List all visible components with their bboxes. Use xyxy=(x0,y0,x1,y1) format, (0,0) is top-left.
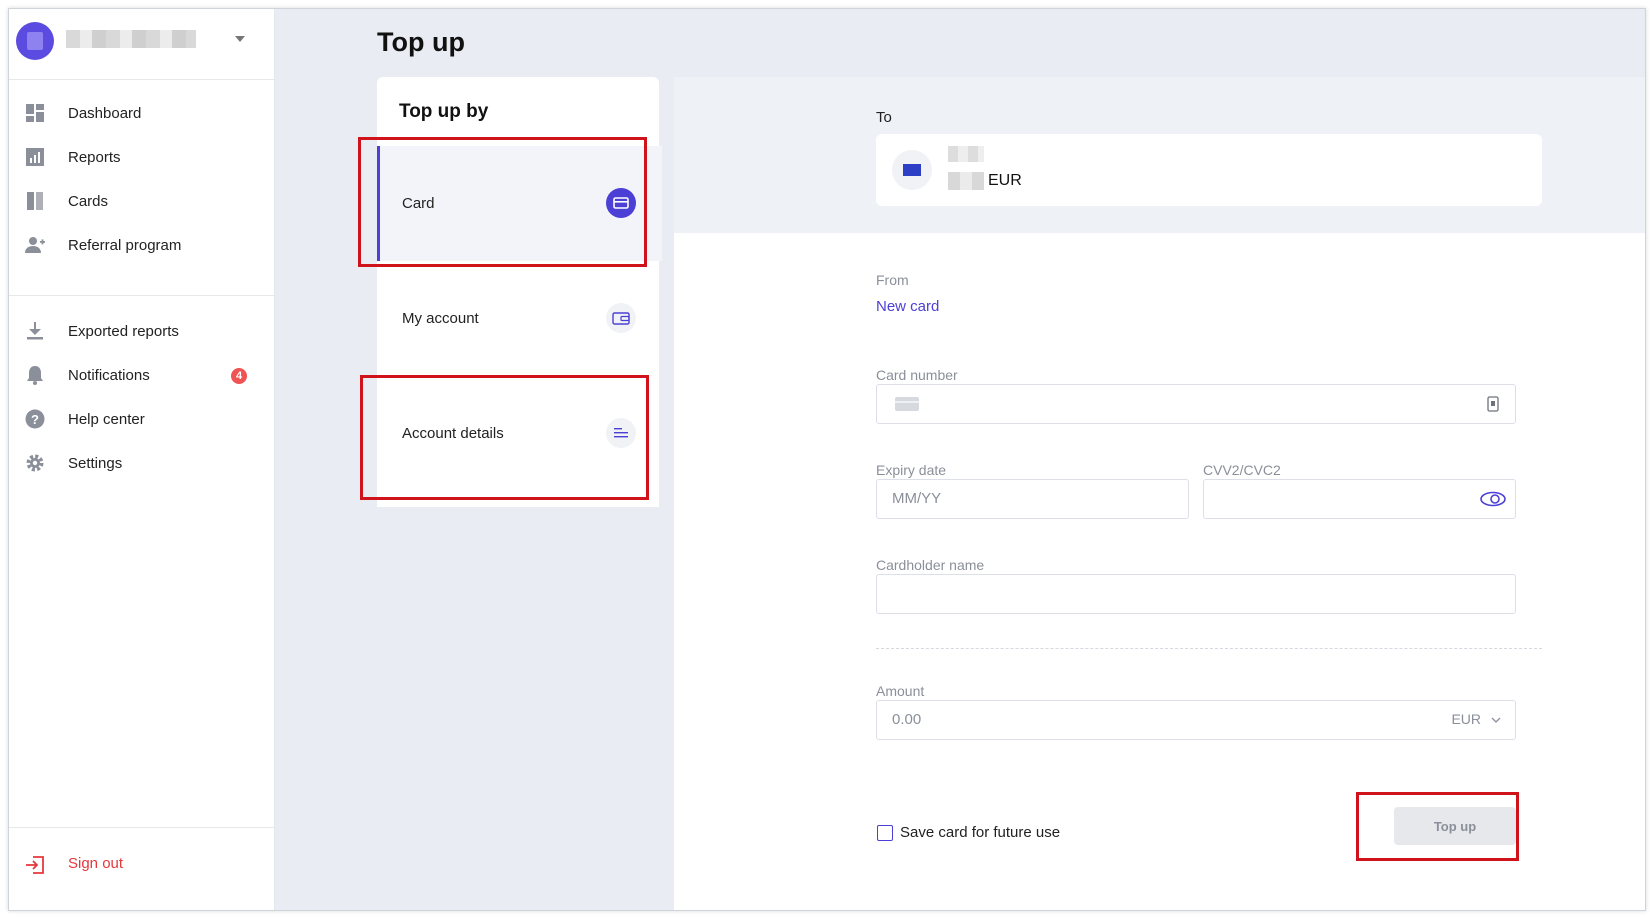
chevron-down-icon[interactable] xyxy=(235,36,245,42)
notification-count-badge: 4 xyxy=(231,368,247,384)
cvv-label: CVV2/CVC2 xyxy=(1203,462,1281,478)
cvv-input[interactable] xyxy=(1203,479,1516,519)
top-up-by-title: Top up by xyxy=(399,101,489,122)
scan-card-icon[interactable] xyxy=(1487,396,1499,412)
save-card-label: Save card for future use xyxy=(900,824,1061,841)
card-number-label: Card number xyxy=(876,367,958,383)
cardholder-name-label: Cardholder name xyxy=(876,557,985,573)
signout-divider xyxy=(9,827,274,828)
sidebar-item-label: Exported reports xyxy=(68,322,179,340)
sidebar-item-exported-reports[interactable]: Exported reports xyxy=(9,311,274,351)
expiry-date-label: Expiry date xyxy=(876,462,947,478)
sidebar-item-label: Reports xyxy=(68,148,121,166)
card-number-input[interactable] xyxy=(876,384,1516,424)
new-card-link[interactable]: New card xyxy=(876,298,939,315)
from-label: From xyxy=(876,272,909,288)
svg-text:?: ? xyxy=(31,412,39,427)
sign-out-label: Sign out xyxy=(68,855,124,872)
add-user-icon xyxy=(25,237,45,253)
sidebar-item-label: Dashboard xyxy=(68,104,142,122)
sidebar-item-label: Settings xyxy=(68,454,123,472)
nav-divider xyxy=(9,295,274,296)
wallet-icon xyxy=(606,303,636,333)
highlight-card-option xyxy=(358,137,647,267)
sidebar-item-dashboard[interactable]: Dashboard xyxy=(9,93,274,133)
help-icon: ? xyxy=(25,409,45,429)
sidebar-item-referral[interactable]: Referral program xyxy=(9,225,274,265)
sign-out-icon xyxy=(26,856,44,874)
expiry-date-input[interactable]: MM/YY xyxy=(876,479,1189,519)
sidebar-item-label: Notifications xyxy=(68,366,150,384)
sidebar-item-label: Cards xyxy=(68,192,109,210)
to-label: To xyxy=(876,109,892,126)
chevron-down-icon[interactable] xyxy=(1491,717,1501,723)
eu-flag-icon xyxy=(892,150,932,190)
card-brand-icon xyxy=(895,397,919,411)
account-number-redacted xyxy=(948,172,984,190)
download-icon xyxy=(27,322,43,340)
sidebar-item-settings[interactable]: Settings xyxy=(9,443,274,483)
sidebar-item-cards[interactable]: Cards xyxy=(9,181,274,221)
highlight-account-details-option xyxy=(360,375,649,500)
bell-icon xyxy=(27,366,43,385)
destination-account[interactable]: EUR xyxy=(876,134,1542,206)
account-switcher[interactable] xyxy=(9,9,274,80)
method-option-my-account[interactable]: My account xyxy=(377,262,659,377)
destination-section: To EUR xyxy=(674,77,1645,233)
sidebar-item-reports[interactable]: Reports xyxy=(9,137,274,177)
sidebar-item-help-center[interactable]: ? Help center xyxy=(9,399,274,439)
sign-out-button[interactable]: Sign out xyxy=(9,845,274,885)
save-card-checkbox[interactable] xyxy=(877,825,893,841)
avatar xyxy=(16,22,54,60)
gear-icon xyxy=(26,454,44,472)
amount-currency-select[interactable]: EUR xyxy=(1451,711,1481,727)
cardholder-name-input[interactable] xyxy=(876,574,1516,614)
form-divider xyxy=(876,648,1542,649)
eye-icon[interactable] xyxy=(1479,490,1507,508)
page-title: Top up xyxy=(377,27,465,57)
sidebar-item-notifications[interactable]: Notifications 4 xyxy=(9,355,274,395)
amount-label: Amount xyxy=(876,683,925,699)
top-up-form-panel: To EUR From New card Card number Expiry … xyxy=(674,77,1645,910)
amount-placeholder: 0.00 xyxy=(892,711,922,728)
destination-currency: EUR xyxy=(988,172,1022,189)
dashboard-icon xyxy=(26,104,44,122)
amount-input[interactable]: 0.00 EUR xyxy=(876,700,1516,740)
sidebar: Dashboard Reports Cards Referral program… xyxy=(9,9,275,910)
highlight-top-up-button xyxy=(1356,792,1519,861)
account-name-redacted xyxy=(948,146,984,162)
sidebar-item-label: Referral program xyxy=(68,236,182,254)
expiry-placeholder: MM/YY xyxy=(892,490,942,507)
method-option-label: My account xyxy=(402,310,479,327)
account-name-redacted xyxy=(66,30,196,48)
cards-icon xyxy=(27,192,43,210)
reports-icon xyxy=(26,148,44,166)
sidebar-item-label: Help center xyxy=(68,410,145,428)
app-window: Dashboard Reports Cards Referral program… xyxy=(8,8,1646,911)
